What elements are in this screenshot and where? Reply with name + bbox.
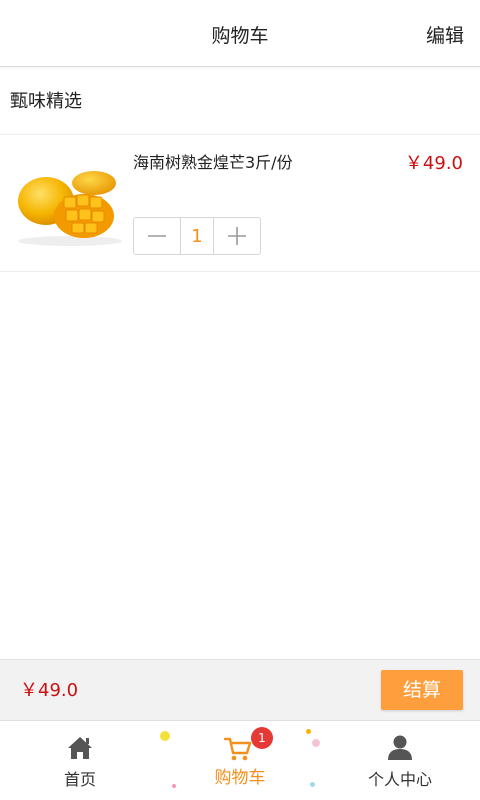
tab-label-profile: 个人中心 xyxy=(367,770,432,789)
quantity-stepper: 1 xyxy=(133,217,261,255)
cart-page: 购物车 编辑 甄味精选 海南树熟金煌芒3斤/份 ￥49.0 1 ￥49.0 结算… xyxy=(0,0,480,800)
tab-bar: 首页 1 购物车 个人中心 xyxy=(0,720,480,800)
cart-icon xyxy=(223,737,252,761)
plus-icon xyxy=(228,227,247,245)
checkout-button[interactable]: 结算 xyxy=(381,670,463,710)
total-price: ￥49.0 xyxy=(20,680,79,701)
checkout-bar: ￥49.0 结算 xyxy=(0,659,480,720)
quantity-value[interactable]: 1 xyxy=(179,218,215,254)
tab-cart[interactable]: 1 购物车 xyxy=(160,721,320,800)
shop-name: 甄味精选 xyxy=(10,91,82,112)
cart-item[interactable]: 海南树熟金煌芒3斤/份 ￥49.0 1 xyxy=(0,135,480,272)
cart-count-badge: 1 xyxy=(251,727,273,749)
header-bar: 购物车 编辑 xyxy=(0,0,480,67)
product-image[interactable] xyxy=(14,161,126,247)
decrease-button[interactable] xyxy=(134,218,180,254)
product-name[interactable]: 海南树熟金煌芒3斤/份 xyxy=(133,149,293,173)
product-price: ￥49.0 xyxy=(404,153,463,174)
minus-icon xyxy=(147,235,166,237)
tab-label-cart: 购物车 xyxy=(214,768,266,788)
page-title: 购物车 xyxy=(211,25,269,47)
edit-button[interactable]: 编辑 xyxy=(426,0,464,66)
tab-home[interactable]: 首页 xyxy=(0,721,160,800)
user-icon xyxy=(388,735,412,760)
home-icon xyxy=(68,737,92,759)
increase-button[interactable] xyxy=(214,218,260,254)
tab-label-home: 首页 xyxy=(63,770,96,789)
tab-profile[interactable]: 个人中心 xyxy=(320,721,480,800)
shop-row: 甄味精选 xyxy=(0,67,480,135)
